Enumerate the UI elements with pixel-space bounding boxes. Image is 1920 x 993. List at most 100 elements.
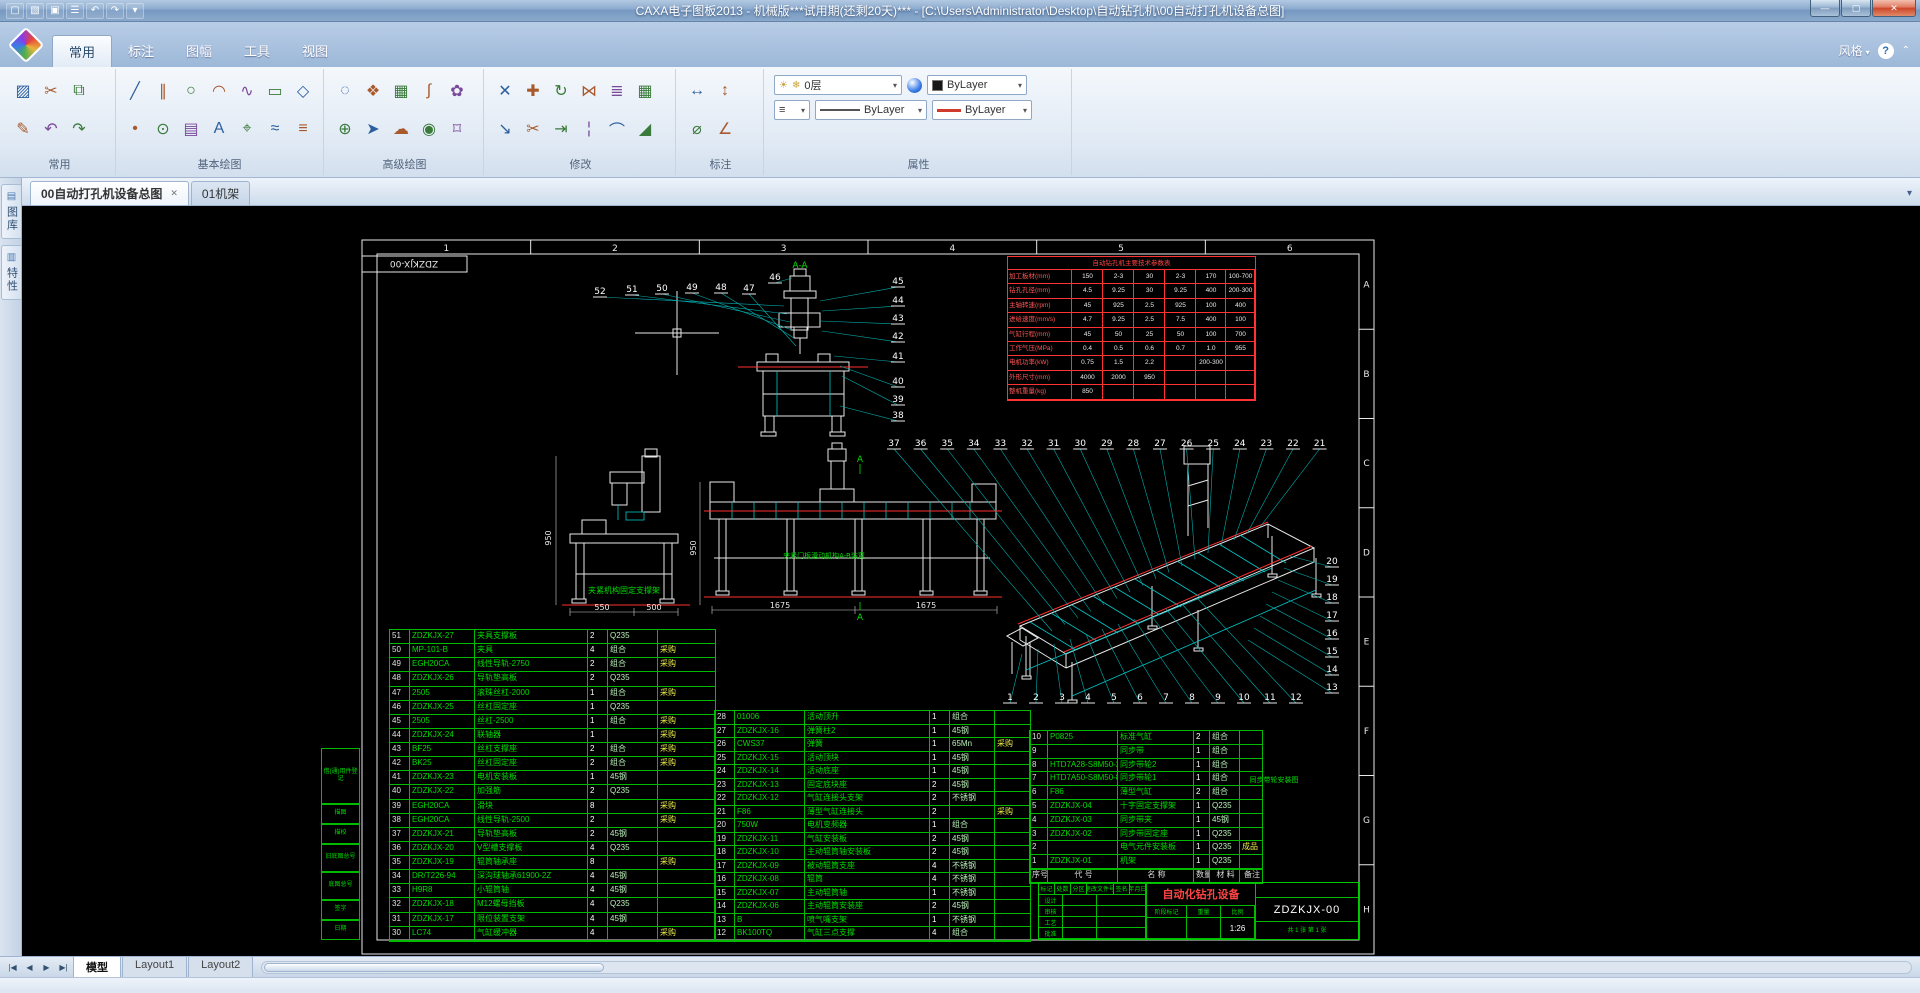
document-tab-1[interactable]: 00自动打孔机设备总图✕ (30, 181, 189, 205)
cut-icon[interactable]: ✂ (38, 73, 64, 109)
qat-more-icon[interactable]: ▾ (126, 3, 144, 19)
group-label: 修改 (486, 156, 675, 172)
chamfer-icon[interactable]: ◢ (632, 111, 658, 147)
color-dropdown[interactable]: ByLayer (927, 75, 1027, 95)
erase-icon[interactable]: ✕ (492, 73, 518, 109)
ribbon-tab-1[interactable]: 常用 (52, 35, 112, 67)
open-file-icon[interactable]: ▧ (26, 3, 44, 19)
parameter-row: 加工板材(mm)1502-3302-3170100-700 (1008, 270, 1255, 284)
document-tab-2[interactable]: 01机架 (191, 181, 250, 205)
fillet-icon[interactable]: ⌒ (604, 111, 630, 147)
caxa-logo-icon[interactable] (8, 25, 44, 64)
spline-icon[interactable]: ∿ (234, 73, 260, 109)
parallel-line-icon[interactable]: ∥ (150, 73, 176, 109)
bom-row: 15ZDZKJX-07主动辊筒轴1不锈钢 (715, 887, 1030, 901)
wave-line-icon[interactable]: ≈ (262, 111, 288, 147)
arc-icon[interactable]: ◠ (206, 73, 232, 109)
sheet-tab-3[interactable]: Layout2 (188, 956, 253, 978)
parameter-row: 主轴转速(rpm)459252.5925100400 (1008, 299, 1255, 313)
close-button[interactable]: ✕ (1872, 0, 1916, 17)
break-icon[interactable]: ¦ (576, 111, 602, 147)
layer-dropdown[interactable]: ☀ ❄ 0层 (774, 75, 902, 95)
dim-angle-icon[interactable]: ∠ (712, 111, 738, 147)
drawing-canvas[interactable]: ZDZKJX-00 (22, 206, 1920, 956)
horizontal-scrollbar[interactable] (261, 961, 1912, 974)
polygon-icon[interactable]: ◇ (290, 73, 316, 109)
rectangle-icon[interactable]: ▭ (262, 73, 288, 109)
centerline-icon[interactable]: ⌖ (234, 111, 260, 147)
parameter-row: 整机重量(kg)850 (1008, 385, 1255, 399)
scrollbar-thumb[interactable] (264, 963, 604, 972)
hatch-icon[interactable]: ▤ (178, 111, 204, 147)
group-label: 属性 (766, 156, 1071, 172)
move-icon[interactable]: ✚ (520, 73, 546, 109)
product-name: 自动化钻孔设备 (1147, 883, 1255, 906)
ellipse-icon[interactable]: ⊙ (150, 111, 176, 147)
lineweight-dropdown[interactable]: ByLayer (932, 100, 1032, 120)
rotate-icon[interactable]: ↻ (548, 73, 574, 109)
formula-curve-icon[interactable]: ∫ (416, 73, 442, 109)
sidebar-tab-properties[interactable]: ▥ 特性 (1, 245, 21, 300)
bom-row: 38EGH20CA线性导轨-25002采购 (390, 814, 715, 828)
circle-icon[interactable]: ○ (178, 73, 204, 109)
dim-diameter-icon[interactable]: ⌀ (684, 111, 710, 147)
save-icon[interactable]: ▣ (46, 3, 64, 19)
axis-icon[interactable]: ⊕ (332, 111, 358, 147)
offset-icon[interactable]: ≣ (604, 73, 630, 109)
new-file-icon[interactable]: ▢ (6, 3, 24, 19)
style-dropdown[interactable]: 风格 (1839, 42, 1870, 59)
undo-icon[interactable]: ↶ (86, 3, 104, 19)
dim-linear-icon[interactable]: ↔ (684, 73, 710, 109)
redo-icon[interactable]: ↷ (106, 3, 124, 19)
revision-cloud-icon[interactable]: ☁ (388, 111, 414, 147)
format-brush-icon[interactable]: ✎ (10, 111, 36, 147)
text-icon[interactable]: A (206, 111, 232, 147)
ribbon-tab-5[interactable]: 视图 (286, 35, 344, 67)
paste-icon[interactable]: ▨ (10, 73, 36, 109)
undo-icon[interactable]: ↶ (38, 111, 64, 147)
sheet-nav-button-2[interactable]: ◀ (21, 963, 38, 972)
bom-row: 22ZDZKJX-12气缸连接头支架2不锈钢 (715, 792, 1030, 806)
dim-aligned-icon[interactable]: ↕ (712, 73, 738, 109)
gear-icon[interactable]: ✿ (444, 73, 470, 109)
extend-icon[interactable]: ⇥ (548, 111, 574, 147)
minimize-ribbon-icon[interactable]: ⌃ (1902, 45, 1910, 56)
array-icon[interactable]: ▦ (632, 73, 658, 109)
table-icon[interactable]: ▦ (388, 73, 414, 109)
help-icon[interactable]: ? (1878, 43, 1894, 59)
sheet-tab-2[interactable]: Layout1 (122, 956, 187, 978)
line-icon[interactable]: ╱ (122, 73, 148, 109)
ribbon-tab-3[interactable]: 图幅 (170, 35, 228, 67)
sheet-tab-1[interactable]: 模型 (73, 956, 121, 978)
block-icon[interactable]: ❖ (360, 73, 386, 109)
minimize-button[interactable]: — (1810, 0, 1840, 17)
redo-icon[interactable]: ↷ (66, 111, 92, 147)
contour-icon[interactable]: ◌ (332, 73, 358, 109)
sheet-nav-button-3[interactable]: ▶ (38, 963, 55, 972)
print-icon[interactable]: ☰ (66, 3, 84, 19)
ribbon-tab-2[interactable]: 标注 (112, 35, 170, 67)
quick-access-toolbar: ▢▧▣☰↶↷▾ (6, 3, 144, 19)
coordinate-icon[interactable]: ⌑ (444, 111, 470, 147)
mirror-icon[interactable]: ⋈ (576, 73, 602, 109)
detail-view-icon[interactable]: ◉ (416, 111, 442, 147)
scale-icon[interactable]: ↘ (492, 111, 518, 147)
linetype-list-dropdown[interactable]: ≡ (774, 100, 810, 120)
color-ball-icon[interactable] (907, 78, 922, 93)
ribbon-tab-4[interactable]: 工具 (228, 35, 286, 67)
arrow-icon[interactable]: ➤ (360, 111, 386, 147)
sheet-nav-button-1[interactable]: |◀ (4, 963, 21, 972)
document-list-icon[interactable]: ▾ (1907, 188, 1912, 199)
parameter-row: 外形尺寸(mm)40002000950 (1008, 371, 1255, 385)
trim-icon[interactable]: ✂ (520, 111, 546, 147)
multiline-icon[interactable]: ≡ (290, 111, 316, 147)
linetype-dropdown[interactable]: ByLayer (815, 100, 927, 120)
sidebar-tab-library[interactable]: ▤ 图库 (1, 184, 21, 239)
point-icon[interactable]: • (122, 111, 148, 147)
bom-row: 452505丝杠-25001组合采购 (390, 715, 715, 729)
sheet-nav-button-4[interactable]: ▶| (55, 963, 72, 972)
copy-icon[interactable]: ⧉ (66, 73, 92, 109)
close-tab-icon[interactable]: ✕ (170, 188, 178, 199)
maximize-button[interactable]: ▢ (1841, 0, 1871, 17)
bom-row: 27ZDZKJX-16弹簧柱2145钢 (715, 725, 1030, 739)
